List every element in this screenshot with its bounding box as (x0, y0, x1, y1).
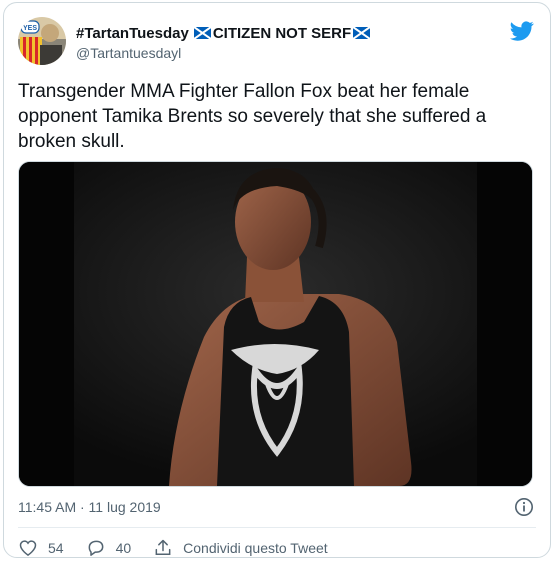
divider (18, 527, 536, 528)
twitter-bird-icon[interactable] (510, 19, 534, 43)
share-button[interactable]: Condividi questo Tweet (153, 538, 328, 558)
tweet-text: Transgender MMA Fighter Fallon Fox beat … (18, 81, 487, 152)
display-name[interactable]: #TartanTuesday (76, 25, 189, 42)
user-name-row[interactable]: #TartanTuesday CITIZEN NOT SERF (76, 23, 372, 43)
display-name-suffix[interactable]: CITIZEN NOT SERF (213, 25, 351, 42)
avatar-image: YES (18, 17, 66, 65)
share-icon (155, 539, 171, 555)
tweet-actions: 54 40 Condividi questo Tweet (18, 538, 350, 558)
avatar-badge-text: YES (23, 25, 37, 32)
tweet-timestamp[interactable]: 11:45 AM · 11 lug 2019 (18, 499, 161, 515)
reply-button[interactable]: 40 (86, 538, 132, 558)
info-icon[interactable] (514, 497, 534, 517)
scottish-flag-icon (353, 27, 371, 39)
reply-count: 40 (115, 540, 132, 556)
like-button[interactable]: 54 (18, 538, 64, 558)
avatar[interactable]: YES (18, 17, 66, 65)
user-handle[interactable]: @Tartantuesdayl (76, 45, 181, 61)
share-label: Condividi questo Tweet (183, 540, 328, 556)
reply-icon (88, 540, 103, 556)
heart-icon (19, 540, 37, 556)
tweet-card[interactable]: YES #TartanTuesday CITIZEN NOT SERF @Tar… (3, 2, 551, 558)
fighter-photo (19, 162, 532, 486)
tweet-media-photo[interactable] (18, 161, 533, 487)
like-count: 54 (48, 540, 64, 556)
scottish-flag-icon (193, 27, 211, 39)
